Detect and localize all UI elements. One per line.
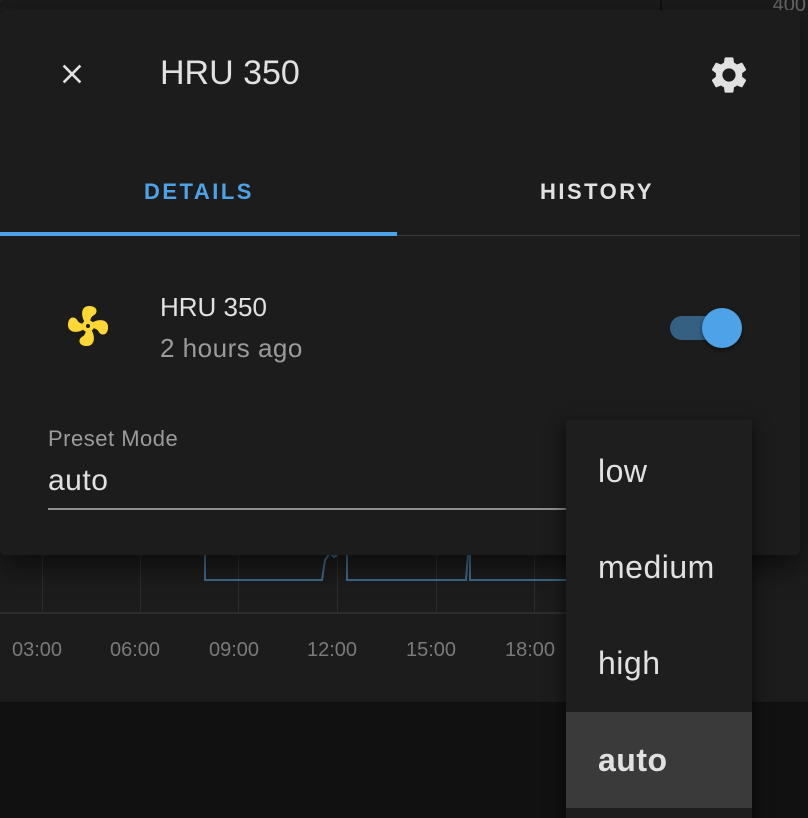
active-tab-indicator xyxy=(0,232,397,236)
time-tick: 09:00 xyxy=(209,639,260,661)
time-tick: 12:00 xyxy=(307,639,358,661)
chart-frame xyxy=(0,0,1,1)
toggle-thumb xyxy=(702,308,742,348)
menu-option-medium[interactable]: medium xyxy=(566,519,752,615)
time-tick: 15:00 xyxy=(406,639,457,661)
preset-mode-menu: low medium high auto xyxy=(566,420,752,818)
preset-mode-value: auto xyxy=(48,464,109,497)
fan-icon xyxy=(64,302,112,350)
tab-details[interactable]: DETAILS xyxy=(0,150,398,234)
menu-option-auto[interactable]: auto xyxy=(566,712,752,808)
close-icon xyxy=(62,64,82,84)
tab-bar: DETAILS HISTORY xyxy=(0,150,800,236)
entity-last-changed: 2 hours ago xyxy=(160,333,303,363)
preset-mode-label: Preset Mode xyxy=(48,426,179,451)
preset-mode-select[interactable]: Preset Mode auto xyxy=(48,420,568,510)
menu-option-high[interactable]: high xyxy=(566,615,752,711)
entity-name: HRU 350 xyxy=(160,292,267,322)
entity-toggle[interactable] xyxy=(668,306,744,350)
chart-axis xyxy=(0,612,570,614)
close-button[interactable] xyxy=(48,50,96,98)
time-tick: 03:00 xyxy=(12,639,63,661)
time-tick: 18:00 xyxy=(505,639,556,661)
gear-icon xyxy=(711,57,747,93)
settings-button[interactable] xyxy=(703,49,755,101)
time-tick: 06:00 xyxy=(110,639,161,661)
menu-option-low[interactable]: low xyxy=(566,423,752,519)
tab-history[interactable]: HISTORY xyxy=(398,150,796,234)
dialog-title: HRU 350 xyxy=(160,54,300,92)
